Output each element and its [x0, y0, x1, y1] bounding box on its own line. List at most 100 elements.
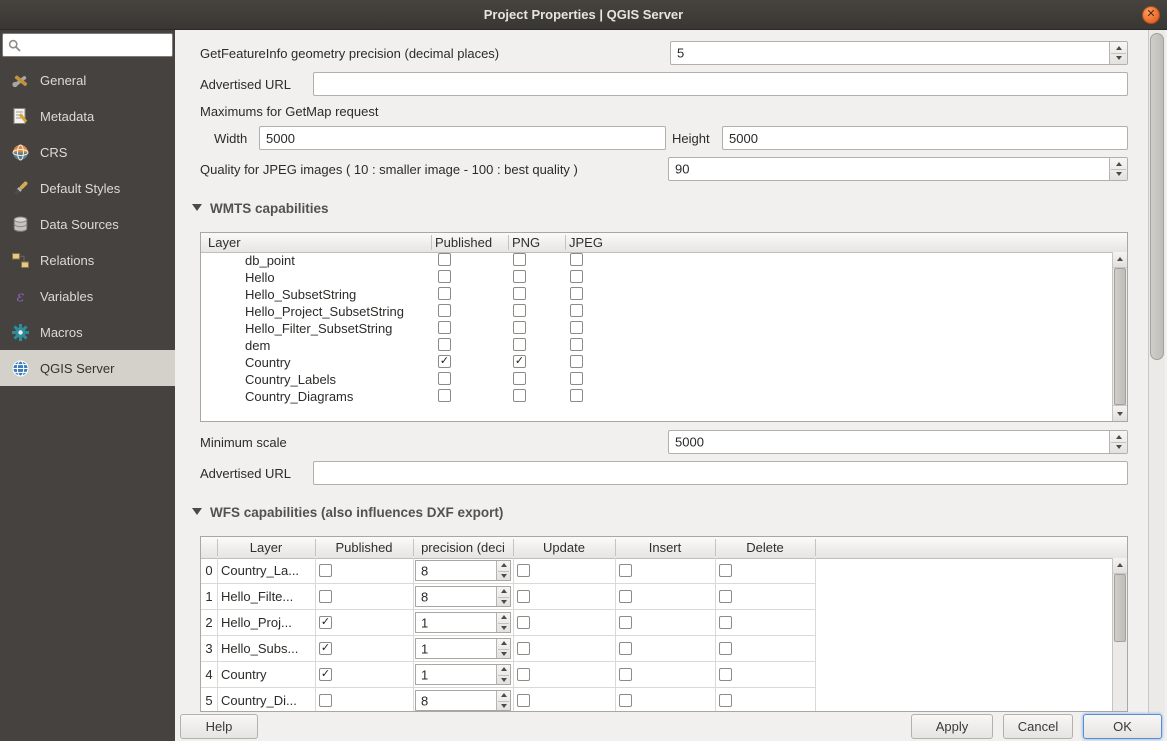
spin-up-icon[interactable]	[501, 563, 507, 567]
collapse-triangle-icon[interactable]	[192, 508, 202, 515]
wmts-col-layer[interactable]: Layer	[208, 235, 241, 250]
wmts-png-checkbox[interactable]	[513, 287, 526, 300]
getfeatureinfo-spinbox[interactable]: 5	[670, 41, 1128, 65]
wmts-png-checkbox[interactable]	[513, 372, 526, 385]
spin-steppers[interactable]	[496, 639, 510, 658]
wmts-png-checkbox[interactable]: ✓	[513, 355, 526, 368]
wfs-delete-checkbox[interactable]	[719, 642, 732, 655]
scroll-up-button[interactable]	[1113, 558, 1127, 574]
spin-steppers[interactable]	[496, 691, 510, 710]
spin-steppers[interactable]	[1109, 42, 1127, 64]
wfs-update-checkbox[interactable]	[517, 642, 530, 655]
wmts-col-png[interactable]: PNG	[512, 235, 540, 250]
wmts-png-checkbox[interactable]	[513, 321, 526, 334]
wmts-published-checkbox[interactable]	[438, 389, 451, 402]
wfs-delete-checkbox[interactable]	[719, 694, 732, 707]
apply-button[interactable]: Apply	[911, 714, 993, 739]
spin-down-icon[interactable]	[1116, 445, 1122, 449]
wfs-col-delete[interactable]: Delete	[715, 540, 815, 555]
spin-down-icon[interactable]	[501, 574, 507, 578]
wfs-published-checkbox[interactable]	[319, 590, 332, 603]
spin-steppers[interactable]	[1109, 158, 1127, 180]
spin-down-icon[interactable]	[501, 626, 507, 630]
wfs-col-published[interactable]: Published	[315, 540, 413, 555]
spin-up-icon[interactable]	[1116, 435, 1122, 439]
wfs-insert-checkbox[interactable]	[619, 590, 632, 603]
wmts-published-checkbox[interactable]	[438, 270, 451, 283]
wfs-insert-checkbox[interactable]	[619, 694, 632, 707]
wfs-insert-checkbox[interactable]	[619, 668, 632, 681]
wfs-published-checkbox[interactable]: ✓	[319, 616, 332, 629]
spin-up-icon[interactable]	[501, 615, 507, 619]
wmts-section-title[interactable]: WMTS capabilities	[210, 201, 329, 216]
wmts-jpeg-checkbox[interactable]	[570, 389, 583, 402]
wmts-col-jpeg[interactable]: JPEG	[569, 235, 603, 250]
wfs-insert-checkbox[interactable]	[619, 564, 632, 577]
spin-down-icon[interactable]	[501, 704, 507, 708]
wmts-png-checkbox[interactable]	[513, 253, 526, 266]
collapse-triangle-icon[interactable]	[192, 204, 202, 211]
wmts-jpeg-checkbox[interactable]	[570, 253, 583, 266]
wfs-update-checkbox[interactable]	[517, 616, 530, 629]
wmts-jpeg-checkbox[interactable]	[570, 355, 583, 368]
wmts-jpeg-checkbox[interactable]	[570, 321, 583, 334]
sidebar-search[interactable]	[2, 33, 173, 57]
wmts-published-checkbox[interactable]: ✓	[438, 355, 451, 368]
wfs-update-checkbox[interactable]	[517, 590, 530, 603]
sidebar-item-variables[interactable]: ε Variables	[0, 278, 175, 314]
spin-steppers[interactable]	[1109, 431, 1127, 453]
sidebar-item-macros[interactable]: Macros	[0, 314, 175, 350]
wmts-jpeg-checkbox[interactable]	[570, 338, 583, 351]
jpeg-quality-spinbox[interactable]: 90	[668, 157, 1128, 181]
wfs-scrollbar[interactable]	[1112, 558, 1127, 711]
scroll-up-button[interactable]	[1113, 252, 1127, 268]
wfs-precision-spinbox[interactable]: 1	[415, 612, 511, 633]
sidebar-item-metadata[interactable]: Metadata	[0, 98, 175, 134]
scrollbar-thumb[interactable]	[1150, 33, 1164, 360]
width-input[interactable]	[259, 126, 666, 150]
wfs-col-insert[interactable]: Insert	[615, 540, 715, 555]
wfs-delete-checkbox[interactable]	[719, 564, 732, 577]
wfs-delete-checkbox[interactable]	[719, 616, 732, 629]
wmts-published-checkbox[interactable]	[438, 372, 451, 385]
spin-steppers[interactable]	[496, 613, 510, 632]
wmts-jpeg-checkbox[interactable]	[570, 287, 583, 300]
spin-up-icon[interactable]	[1116, 162, 1122, 166]
wmts-col-published[interactable]: Published	[435, 235, 492, 250]
wmts-png-checkbox[interactable]	[513, 389, 526, 402]
spin-down-icon[interactable]	[1116, 56, 1122, 60]
wfs-published-checkbox[interactable]: ✓	[319, 642, 332, 655]
wmts-png-checkbox[interactable]	[513, 338, 526, 351]
close-button[interactable]: ✕	[1142, 6, 1160, 24]
wfs-precision-spinbox[interactable]: 1	[415, 664, 511, 685]
spin-down-icon[interactable]	[1116, 172, 1122, 176]
wfs-delete-checkbox[interactable]	[719, 590, 732, 603]
spin-up-icon[interactable]	[501, 693, 507, 697]
height-input[interactable]	[722, 126, 1128, 150]
wfs-delete-checkbox[interactable]	[719, 668, 732, 681]
wmts-published-checkbox[interactable]	[438, 321, 451, 334]
spin-steppers[interactable]	[496, 665, 510, 684]
wfs-insert-checkbox[interactable]	[619, 642, 632, 655]
wfs-section-title[interactable]: WFS capabilities (also influences DXF ex…	[210, 505, 503, 520]
sidebar-item-data-sources[interactable]: Data Sources	[0, 206, 175, 242]
wfs-precision-spinbox[interactable]: 8	[415, 560, 511, 581]
wfs-col-update[interactable]: Update	[513, 540, 615, 555]
minimum-scale-spinbox[interactable]: 5000	[668, 430, 1128, 454]
wfs-update-checkbox[interactable]	[517, 564, 530, 577]
main-scrollbar[interactable]	[1148, 30, 1165, 713]
wfs-insert-checkbox[interactable]	[619, 616, 632, 629]
sidebar-item-general[interactable]: General	[0, 62, 175, 98]
sidebar-item-default-styles[interactable]: Default Styles	[0, 170, 175, 206]
sidebar-item-qgis-server[interactable]: QGIS Server	[0, 350, 175, 386]
wfs-update-checkbox[interactable]	[517, 668, 530, 681]
sidebar-item-crs[interactable]: CRS	[0, 134, 175, 170]
cancel-button[interactable]: Cancel	[1003, 714, 1073, 739]
sidebar-search-input[interactable]	[25, 35, 171, 57]
wfs-precision-spinbox[interactable]: 1	[415, 638, 511, 659]
wfs-precision-spinbox[interactable]: 8	[415, 690, 511, 711]
spin-up-icon[interactable]	[501, 589, 507, 593]
wmts-jpeg-checkbox[interactable]	[570, 270, 583, 283]
spin-up-icon[interactable]	[1116, 46, 1122, 50]
wmts-published-checkbox[interactable]	[438, 287, 451, 300]
